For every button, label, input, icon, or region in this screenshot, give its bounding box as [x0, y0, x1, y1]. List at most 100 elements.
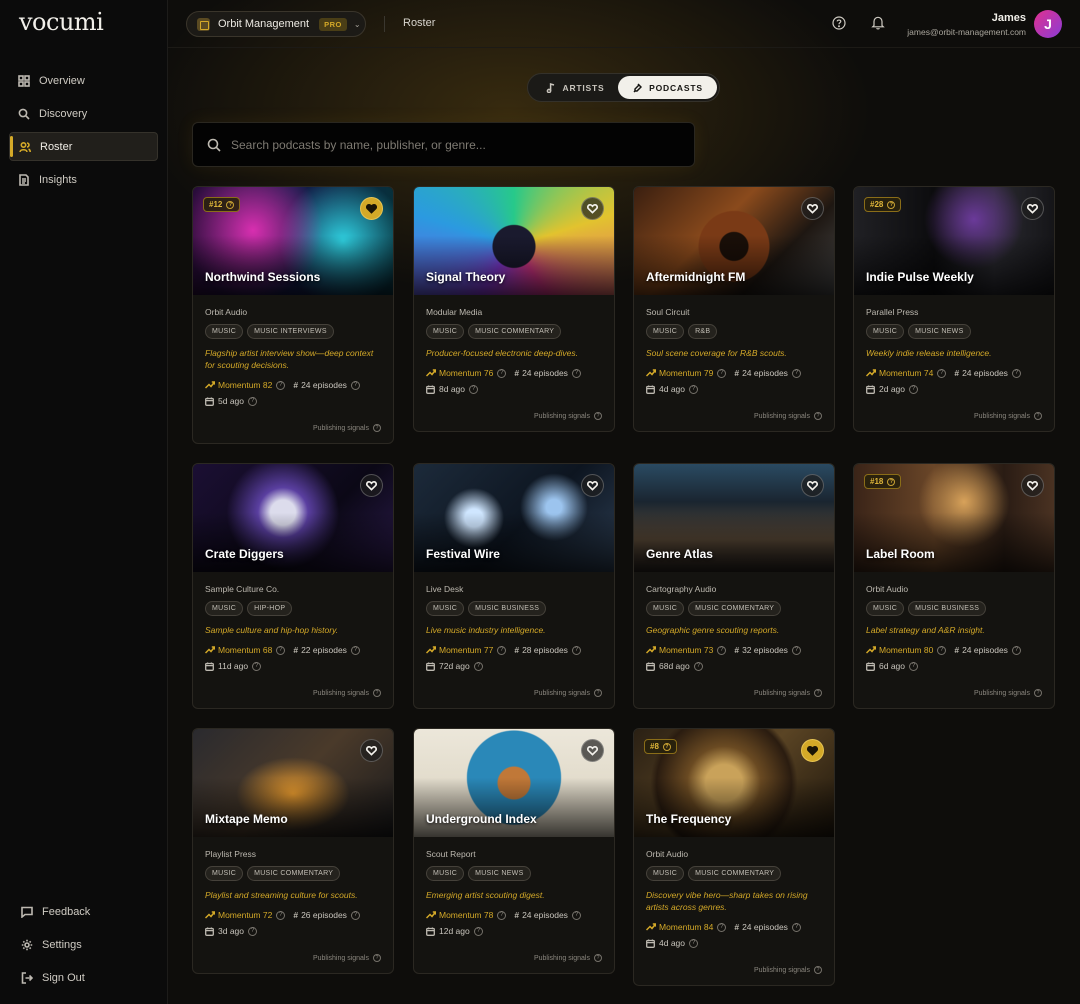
info-icon[interactable]: ? [571, 368, 581, 378]
info-icon[interactable]: ? [1034, 412, 1042, 420]
info-icon[interactable]: ? [717, 368, 727, 378]
favorite-button[interactable] [581, 197, 604, 220]
genre-tag[interactable]: MUSIC BUSINESS [908, 601, 987, 616]
genre-tag[interactable]: HIP-HOP [247, 601, 293, 616]
genre-tag[interactable]: MUSIC [205, 601, 244, 616]
info-icon[interactable]: ? [276, 645, 286, 655]
info-icon[interactable]: ? [594, 689, 602, 697]
favorite-button[interactable] [801, 197, 824, 220]
info-icon[interactable]: ? [662, 742, 671, 751]
podcast-title[interactable]: Label Room [866, 547, 935, 561]
info-icon[interactable]: ? [373, 689, 381, 697]
avatar[interactable]: J [1034, 10, 1062, 38]
podcast-card[interactable]: #18? Label Room Orbit Audio MUSIC MUSIC … [853, 463, 1055, 709]
publishing-signals[interactable]: Publishing signals ? [754, 689, 822, 697]
info-icon[interactable]: ? [571, 910, 581, 920]
org-switcher[interactable]: Orbit Management PRO ⌄ [186, 11, 366, 37]
favorite-button[interactable] [581, 739, 604, 762]
genre-tag[interactable]: MUSIC [866, 324, 905, 339]
genre-tag[interactable]: MUSIC [646, 866, 685, 881]
info-icon[interactable]: ? [594, 412, 602, 420]
podcast-card[interactable]: Mixtape Memo Playlist Press MUSIC MUSIC … [192, 728, 394, 974]
bell-icon[interactable] [871, 15, 885, 30]
help-icon[interactable] [832, 16, 846, 30]
info-icon[interactable]: ? [571, 645, 581, 655]
podcast-cover[interactable]: Aftermidnight FM [634, 187, 834, 295]
info-icon[interactable]: ? [689, 938, 698, 948]
publishing-signals[interactable]: Publishing signals ? [974, 412, 1042, 420]
info-icon[interactable]: ? [1011, 645, 1021, 655]
info-icon[interactable]: ? [497, 910, 507, 920]
publishing-signals[interactable]: Publishing signals ? [313, 689, 381, 697]
podcast-title[interactable]: Indie Pulse Weekly [866, 270, 974, 284]
podcast-cover[interactable]: Festival Wire [414, 464, 614, 572]
podcast-cover[interactable]: #8? The Frequency [634, 729, 834, 837]
podcast-title[interactable]: Festival Wire [426, 547, 500, 561]
favorite-button[interactable] [360, 197, 383, 220]
genre-tag[interactable]: MUSIC [646, 601, 685, 616]
publishing-signals[interactable]: Publishing signals ? [534, 689, 602, 697]
info-icon[interactable]: ? [689, 384, 698, 394]
sidebar-item-insights[interactable]: Insights [9, 165, 158, 194]
genre-tag[interactable]: MUSIC [205, 324, 244, 339]
info-icon[interactable]: ? [252, 661, 262, 671]
info-icon[interactable]: ? [814, 966, 822, 974]
podcast-cover[interactable]: Underground Index [414, 729, 614, 837]
publishing-signals[interactable]: Publishing signals ? [313, 424, 381, 432]
tab-artists[interactable]: ARTISTS [532, 76, 618, 99]
info-icon[interactable]: ? [887, 200, 896, 209]
podcast-card[interactable]: Signal Theory Modular Media MUSIC MUSIC … [413, 186, 615, 432]
genre-tag[interactable]: MUSIC COMMENTARY [468, 324, 562, 339]
podcast-card[interactable]: Genre Atlas Cartography Audio MUSIC MUSI… [633, 463, 835, 709]
info-icon[interactable]: ? [717, 645, 727, 655]
podcast-title[interactable]: Mixtape Memo [205, 812, 288, 826]
podcast-card[interactable]: Crate Diggers Sample Culture Co. MUSIC H… [192, 463, 394, 709]
info-icon[interactable]: ? [887, 477, 896, 486]
info-icon[interactable]: ? [276, 380, 286, 390]
genre-tag[interactable]: MUSIC [426, 866, 465, 881]
info-icon[interactable]: ? [497, 645, 507, 655]
publishing-signals[interactable]: Publishing signals ? [534, 954, 602, 962]
publishing-signals[interactable]: Publishing signals ? [974, 689, 1042, 697]
publishing-signals[interactable]: Publishing signals ? [313, 954, 381, 962]
podcast-card[interactable]: #8? The Frequency Orbit Audio MUSIC MUSI… [633, 728, 835, 986]
publishing-signals[interactable]: Publishing signals ? [754, 412, 822, 420]
info-icon[interactable]: ? [814, 689, 822, 697]
sidebar-item-discovery[interactable]: Discovery [9, 99, 158, 128]
search-input[interactable] [231, 137, 661, 152]
favorite-button[interactable] [1021, 474, 1044, 497]
info-icon[interactable]: ? [276, 910, 286, 920]
genre-tag[interactable]: MUSIC INTERVIEWS [247, 324, 334, 339]
favorite-button[interactable] [801, 474, 824, 497]
info-icon[interactable]: ? [373, 424, 381, 432]
podcast-title[interactable]: Northwind Sessions [205, 270, 320, 284]
info-icon[interactable]: ? [1034, 689, 1042, 697]
info-icon[interactable]: ? [909, 384, 918, 394]
genre-tag[interactable]: MUSIC BUSINESS [468, 601, 547, 616]
info-icon[interactable]: ? [497, 368, 507, 378]
info-icon[interactable]: ? [937, 645, 947, 655]
sidebar-item-roster[interactable]: Roster [9, 132, 158, 161]
info-icon[interactable]: ? [937, 368, 947, 378]
app-logo[interactable]: vocumi [19, 8, 104, 36]
sidebar-item-overview[interactable]: Overview [9, 66, 158, 95]
podcast-title[interactable]: Crate Diggers [205, 547, 284, 561]
sidebar-item-settings[interactable]: Settings [9, 930, 158, 959]
genre-tag[interactable]: MUSIC [646, 324, 685, 339]
genre-tag[interactable]: MUSIC NEWS [468, 866, 531, 881]
podcast-title[interactable]: The Frequency [646, 812, 731, 826]
genre-tag[interactable]: MUSIC [426, 601, 465, 616]
genre-tag[interactable]: MUSIC [426, 324, 465, 339]
genre-tag[interactable]: R&B [688, 324, 718, 339]
favorite-button[interactable] [360, 739, 383, 762]
info-icon[interactable]: ? [350, 380, 360, 390]
publishing-signals[interactable]: Publishing signals ? [534, 412, 602, 420]
podcast-cover[interactable]: Signal Theory [414, 187, 614, 295]
publishing-signals[interactable]: Publishing signals ? [754, 966, 822, 974]
podcast-cover[interactable]: #18? Label Room [854, 464, 1054, 572]
genre-tag[interactable]: MUSIC COMMENTARY [688, 866, 782, 881]
info-icon[interactable]: ? [350, 910, 360, 920]
info-icon[interactable]: ? [791, 645, 801, 655]
info-icon[interactable]: ? [473, 661, 483, 671]
genre-tag[interactable]: MUSIC NEWS [908, 324, 971, 339]
